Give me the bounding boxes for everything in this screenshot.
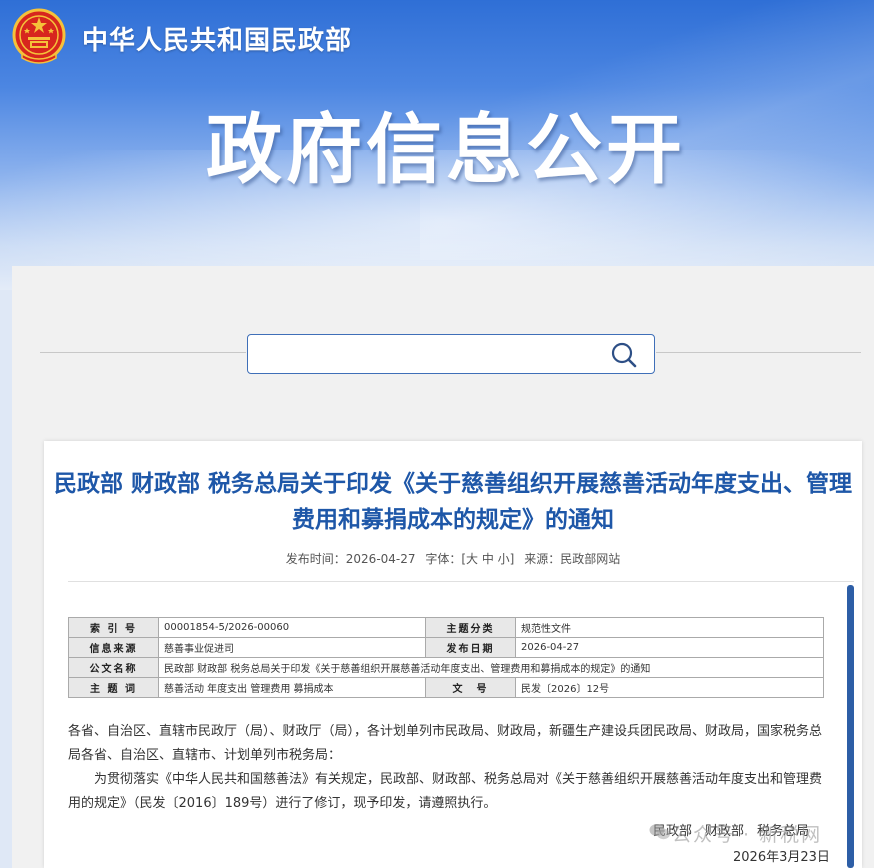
table-header-cell: 文 号 <box>425 677 516 698</box>
table-row: 索 引 号 00001854-5/2026-00060 主题分类 规范性文件 <box>68 617 824 638</box>
meta-divider <box>68 581 854 582</box>
table-cell: 慈善活动 年度支出 管理费用 募捐成本 <box>158 677 426 698</box>
table-row: 主 题 词 慈善活动 年度支出 管理费用 募捐成本 文 号 民发〔2026〕12… <box>68 677 824 698</box>
table-header-cell: 主 题 词 <box>68 677 159 698</box>
scrollbar[interactable] <box>847 585 854 868</box>
national-emblem-icon[interactable] <box>12 8 66 66</box>
watermark: 公众号 · 新税网 <box>672 824 823 846</box>
search-input[interactable] <box>256 341 596 367</box>
table-row: 公文名称 民政部 财政部 税务总局关于印发《关于慈善组织开展慈善活动年度支出、管… <box>68 657 824 678</box>
table-header-cell: 公文名称 <box>68 657 159 678</box>
body-paragraph: 各省、自治区、直辖市民政厅（局）、财政厅（局），各计划单列市民政局、财政局，新疆… <box>68 724 823 763</box>
info-table: 索 引 号 00001854-5/2026-00060 主题分类 规范性文件 信… <box>68 617 824 698</box>
table-cell: 慈善事业促进司 <box>158 637 426 658</box>
signing-date: 2026年3月23日 <box>733 850 830 865</box>
table-header-cell: 主题分类 <box>425 617 516 638</box>
search-divider-right <box>656 352 861 353</box>
article-title: 民政部 财政部 税务总局关于印发《关于慈善组织开展慈善活动年度支出、管理费用和募… <box>54 471 853 533</box>
search-divider-left <box>40 352 246 353</box>
table-cell: 规范性文件 <box>515 617 824 638</box>
table-row: 信息来源 慈善事业促进司 发布日期 2026-04-27 <box>68 637 824 658</box>
header-banner: 中华人民共和国民政部 政府信息公开 <box>0 0 874 290</box>
body-paragraph: 为贯彻落实《中华人民共和国慈善法》有关规定，民政部、财政部、税务总局对《关于慈善… <box>68 772 823 811</box>
table-cell: 00001854-5/2026-00060 <box>158 617 426 638</box>
article-source: 来源：民政部网站 <box>524 552 621 566</box>
search-icon[interactable] <box>610 341 638 369</box>
article-body: 各省、自治区、直辖市民政厅（局）、财政厅（局），各计划单列市民政局、财政局，新疆… <box>68 720 828 816</box>
publish-time: 发布时间：2026-04-27 <box>285 552 416 566</box>
table-cell: 民政部 财政部 税务总局关于印发《关于慈善组织开展慈善活动年度支出、管理费用和募… <box>158 657 824 678</box>
section-title: 政府信息公开 <box>206 105 686 194</box>
table-cell: 2026-04-27 <box>515 637 824 658</box>
table-header-cell: 索 引 号 <box>68 617 159 638</box>
wechat-icon <box>649 824 670 840</box>
table-header-cell: 信息来源 <box>68 637 159 658</box>
table-cell: 民发〔2026〕12号 <box>515 677 824 698</box>
search-box <box>247 334 655 374</box>
font-size-selector[interactable]: 字体：[大 中 小] <box>425 552 514 566</box>
ministry-name[interactable]: 中华人民共和国民政部 <box>82 20 352 57</box>
table-header-cell: 发布日期 <box>425 637 516 658</box>
article-meta: 发布时间：2026-04-27 字体：[大 中 小] 来源：民政部网站 <box>44 550 862 567</box>
